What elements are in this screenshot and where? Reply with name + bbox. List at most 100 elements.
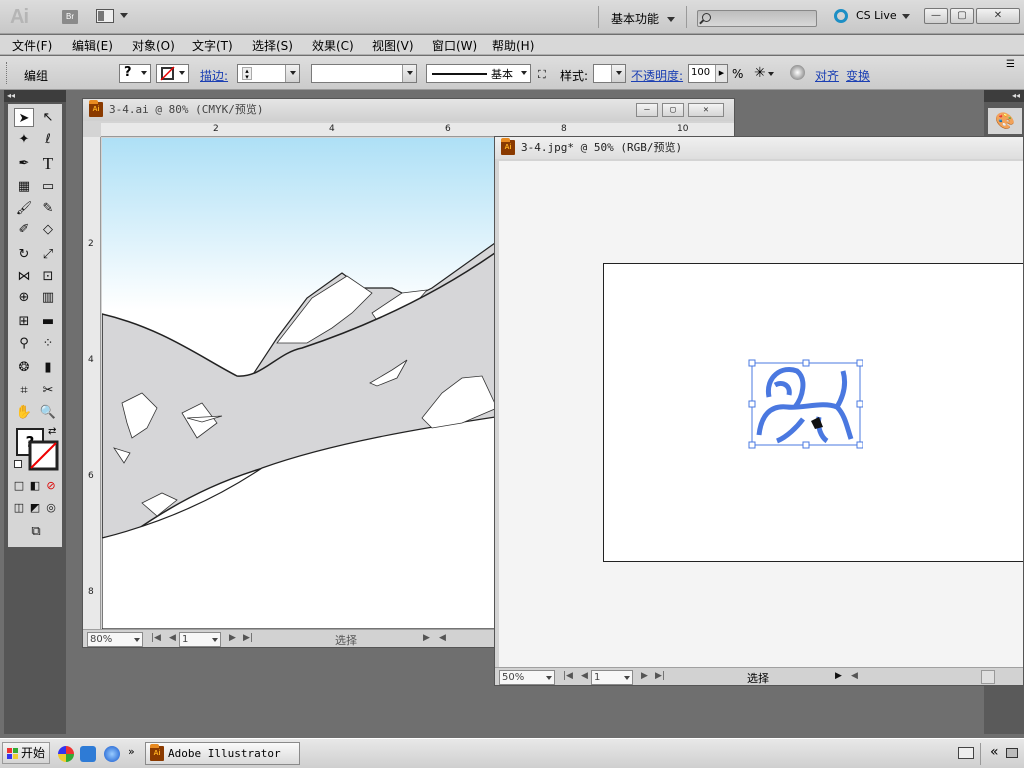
canvas-area[interactable] bbox=[499, 161, 1023, 667]
panel-collapse-icon[interactable]: ◂◂ bbox=[4, 90, 66, 102]
paintbrush-tool-icon[interactable]: 🖌 bbox=[14, 199, 34, 218]
document-title-bar[interactable]: Ai 3-4.jpg* @ 50% (RGB/预览) bbox=[495, 137, 1023, 159]
profile-dropdown-button[interactable] bbox=[402, 65, 416, 82]
brush-options-icon[interactable]: ⛶ bbox=[538, 68, 546, 82]
quick-launch-expand-icon[interactable]: » bbox=[128, 745, 135, 758]
arrange-documents-button[interactable] bbox=[96, 9, 130, 25]
menu-effect[interactable]: 效果(C) bbox=[312, 37, 354, 54]
status-menu-icon[interactable]: ▶ bbox=[423, 633, 430, 643]
selected-traced-lion[interactable] bbox=[747, 357, 863, 449]
status-menu-icon[interactable]: ▶ bbox=[835, 671, 842, 681]
panel-expand-icon[interactable]: ◂◂ bbox=[984, 90, 1024, 102]
chevron-down-icon[interactable] bbox=[768, 72, 774, 76]
zoom-dropdown[interactable]: 80% bbox=[87, 632, 143, 647]
rectangular-grid-tool-icon[interactable]: ▦ bbox=[14, 177, 34, 196]
last-artboard-icon[interactable]: ▶| bbox=[655, 671, 665, 681]
minimize-button[interactable]: — bbox=[924, 8, 948, 24]
mesh-tool-icon[interactable]: ⊞ bbox=[14, 312, 34, 331]
horizontal-ruler[interactable]: 2 4 6 8 10 bbox=[101, 123, 734, 137]
brush-definition-dropdown[interactable]: 基本 bbox=[426, 64, 531, 83]
opacity-panel-link[interactable]: 不透明度: bbox=[631, 67, 683, 84]
chrome-icon[interactable] bbox=[58, 746, 74, 762]
app-shortcut-icon[interactable] bbox=[80, 746, 96, 762]
next-artboard-icon[interactable]: ▶ bbox=[229, 633, 236, 643]
color-palette-icon[interactable]: 🎨 bbox=[988, 108, 1022, 134]
ie-icon[interactable] bbox=[104, 746, 120, 762]
default-fill-stroke-icon[interactable] bbox=[14, 460, 22, 468]
stroke-panel-link[interactable]: 描边: bbox=[200, 67, 228, 84]
stroke-swatch[interactable] bbox=[28, 440, 60, 472]
last-artboard-icon[interactable]: ▶| bbox=[243, 633, 253, 643]
align-panel-link[interactable]: 对齐 bbox=[815, 67, 839, 84]
transform-panel-link[interactable]: 变换 bbox=[846, 67, 870, 84]
menu-help[interactable]: 帮助(H) bbox=[492, 37, 534, 54]
keyboard-icon[interactable] bbox=[958, 747, 974, 759]
first-artboard-icon[interactable]: |◀ bbox=[151, 633, 161, 643]
doc-close-button[interactable]: ✕ bbox=[688, 103, 724, 117]
blend-tool-icon[interactable]: ⁘ bbox=[38, 334, 58, 353]
cs-live-menu[interactable]: CS Live bbox=[834, 9, 910, 23]
hand-tool-icon[interactable]: ✋ bbox=[14, 403, 34, 422]
artboard-tool-icon[interactable]: ⌗ bbox=[14, 381, 34, 400]
draw-inside-icon[interactable]: ◎ bbox=[44, 498, 58, 517]
first-artboard-icon[interactable]: |◀ bbox=[563, 671, 573, 681]
opacity-field[interactable]: 100 ▶ bbox=[688, 64, 728, 83]
menu-select[interactable]: 选择(S) bbox=[252, 37, 293, 54]
artboard-number-dropdown[interactable]: 1 bbox=[591, 670, 633, 685]
scale-tool-icon[interactable]: ⤢ bbox=[38, 245, 58, 264]
pen-tool-icon[interactable]: ✒ bbox=[14, 154, 34, 173]
symbol-sprayer-tool-icon[interactable]: ❂ bbox=[14, 358, 34, 377]
rotate-tool-icon[interactable]: ↻ bbox=[14, 245, 34, 264]
menu-file[interactable]: 文件(F) bbox=[12, 37, 52, 54]
taskbar-illustrator[interactable]: Ai Adobe Illustrator CS5 bbox=[145, 742, 300, 765]
magic-wand-tool-icon[interactable]: ✦ bbox=[14, 130, 34, 149]
prev-artboard-icon[interactable]: ◀ bbox=[581, 671, 588, 681]
vertical-ruler[interactable]: 2 4 6 8 bbox=[83, 137, 101, 629]
gradient-tool-icon[interactable]: ▬ bbox=[38, 312, 58, 331]
artboard-number-dropdown[interactable]: 1 bbox=[179, 632, 221, 647]
zoom-tool-icon[interactable]: 🔍 bbox=[38, 403, 58, 422]
width-tool-icon[interactable]: ⋈ bbox=[14, 267, 34, 286]
fill-stroke-widget[interactable]: ? ⇄ bbox=[14, 426, 60, 472]
perspective-grid-tool-icon[interactable]: ▥ bbox=[38, 288, 58, 307]
speaker-icon[interactable] bbox=[1006, 748, 1018, 758]
column-graph-tool-icon[interactable]: ▮ bbox=[38, 358, 58, 377]
eyedropper-tool-icon[interactable]: ⚲ bbox=[14, 334, 34, 353]
rectangle-tool-icon[interactable]: ▭ bbox=[38, 177, 58, 196]
free-transform-tool-icon[interactable]: ⊡ bbox=[38, 267, 58, 286]
lasso-tool-icon[interactable]: ℓ bbox=[38, 130, 58, 149]
eraser-tool-icon[interactable]: ◇ bbox=[38, 220, 58, 239]
variable-width-profile-dropdown[interactable] bbox=[311, 64, 417, 83]
panel-grip[interactable] bbox=[6, 62, 9, 84]
zoom-dropdown[interactable]: 50% bbox=[499, 670, 555, 685]
fill-color-dropdown[interactable]: ? bbox=[119, 64, 151, 83]
next-artboard-icon[interactable]: ▶ bbox=[641, 671, 648, 681]
close-button[interactable]: ✕ bbox=[976, 8, 1020, 24]
menu-type[interactable]: 文字(T) bbox=[192, 37, 233, 54]
none-mode-icon[interactable]: ⊘ bbox=[44, 476, 58, 495]
blob-brush-tool-icon[interactable]: ✐ bbox=[14, 220, 34, 239]
gradient-mode-icon[interactable]: ◧ bbox=[28, 476, 42, 495]
global-edit-icon[interactable] bbox=[790, 65, 805, 80]
prev-artboard-icon[interactable]: ◀ bbox=[169, 633, 176, 643]
stroke-stepper[interactable]: ▴ ▾ bbox=[242, 67, 252, 81]
start-button[interactable]: 开始 bbox=[2, 742, 50, 764]
pencil-tool-icon[interactable]: ✎ bbox=[38, 199, 58, 218]
color-mode-icon[interactable]: □ bbox=[12, 476, 26, 495]
menu-view[interactable]: 视图(V) bbox=[372, 37, 414, 54]
document-title-bar[interactable]: Ai 3-4.ai @ 80% (CMYK/预览) — ▢ ✕ bbox=[83, 99, 734, 121]
mountain-artwork[interactable] bbox=[102, 138, 502, 629]
direct-selection-tool-icon[interactable]: ↖ bbox=[38, 108, 58, 127]
scroll-left-icon[interactable]: ◀ bbox=[439, 633, 446, 643]
tray-expand-icon[interactable]: « bbox=[990, 744, 999, 760]
workspace-switcher[interactable]: 基本功能 bbox=[611, 10, 676, 27]
search-input[interactable] bbox=[697, 10, 817, 27]
draw-normal-icon[interactable]: ◫ bbox=[12, 498, 26, 517]
menu-object[interactable]: 对象(O) bbox=[132, 37, 175, 54]
status-text[interactable]: 选择 bbox=[335, 632, 357, 647]
type-tool-icon[interactable]: T bbox=[38, 154, 58, 173]
doc-minimize-button[interactable]: — bbox=[636, 103, 658, 117]
style-dropdown-button[interactable] bbox=[611, 65, 625, 82]
scroll-thumb[interactable] bbox=[981, 670, 995, 684]
stroke-weight-field[interactable]: ▴ ▾ bbox=[237, 64, 300, 83]
